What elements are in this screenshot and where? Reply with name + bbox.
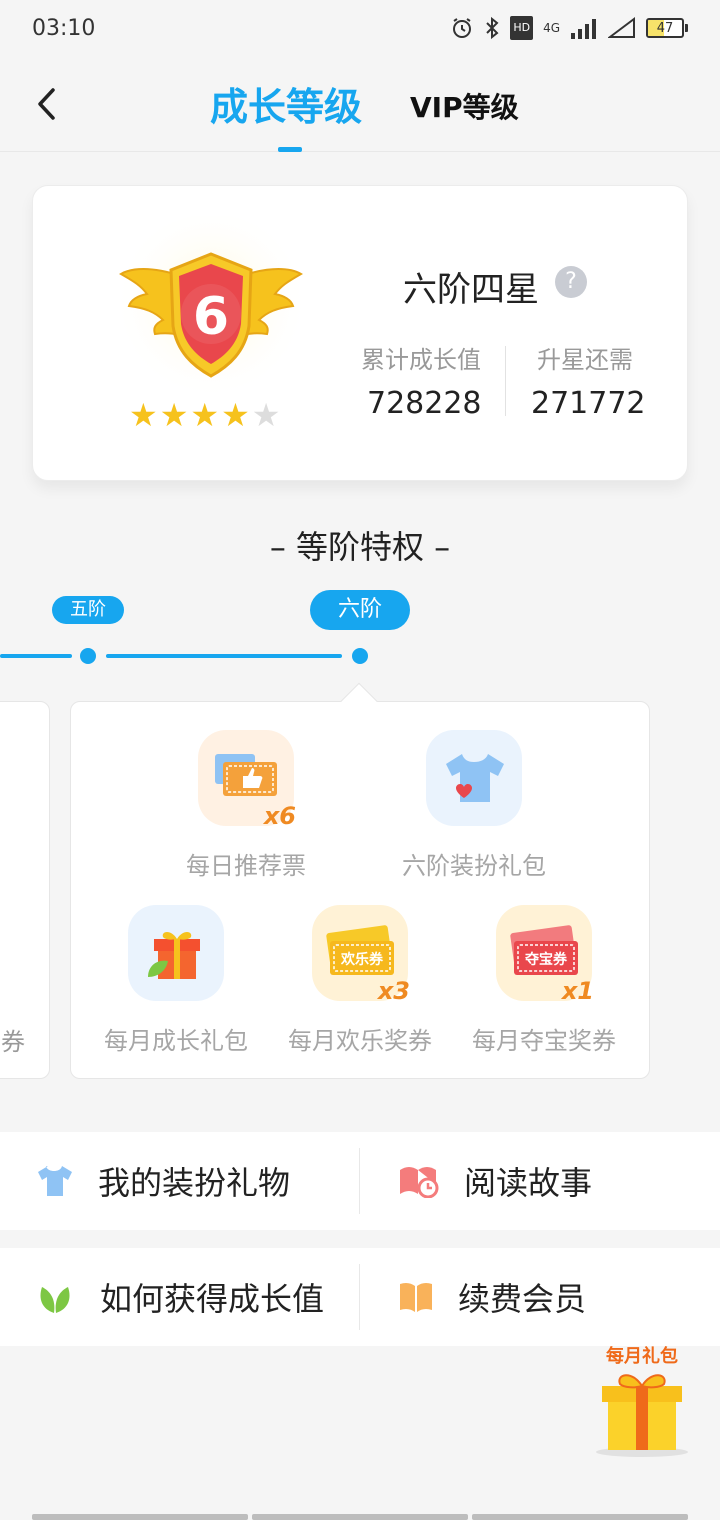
menu-label: 我的装扮礼物: [98, 1164, 291, 1202]
tshirt-icon: [38, 1166, 72, 1196]
upgrade-needed-value: 271772: [531, 386, 646, 421]
alarm-icon: [450, 16, 474, 40]
recommend-ticket-icon: x6: [198, 730, 296, 830]
menu-label: 续费会员: [458, 1280, 587, 1318]
monthly-gift-float-button[interactable]: 每月礼包: [592, 1340, 692, 1460]
stat-divider: [505, 346, 506, 416]
tshirt-heart-icon: [426, 730, 522, 826]
wifi-signal-icon: [608, 16, 636, 40]
status-icons: HD 4G 47: [450, 16, 688, 40]
tab-active-indicator: [278, 147, 302, 152]
perk-monthly-growth-gift[interactable]: 每月成长礼包: [91, 905, 261, 1056]
menu-label: 如何获得成长值: [100, 1280, 325, 1318]
status-time: 03:10: [32, 15, 96, 41]
tier-tag-current[interactable]: 六阶: [310, 590, 410, 630]
monthly-gift-label: 每月礼包: [606, 1346, 678, 1367]
upgrade-needed-label: 升星还需: [537, 346, 633, 374]
network-type-icon: 4G: [543, 21, 560, 35]
battery-level: 47: [656, 20, 674, 36]
star-filled-icon: ★: [221, 396, 250, 434]
menu-renew-membership[interactable]: 续费会员: [398, 1248, 586, 1346]
hd-badge: HD: [510, 16, 534, 40]
back-button[interactable]: [24, 76, 68, 132]
accumulated-growth-value: 728228: [367, 386, 482, 421]
timeline-line: [106, 654, 342, 658]
perk-daily-recommend-ticket[interactable]: x6 每日推荐票: [161, 730, 331, 881]
perk-monthly-treasure-ticket[interactable]: 夺宝券 x1 每月夺宝奖券: [459, 905, 629, 1056]
chevron-left-icon: [38, 88, 55, 120]
gift-box-icon: [596, 1374, 688, 1457]
timeline-dot-current[interactable]: [352, 648, 368, 664]
signal-icon: [570, 16, 598, 40]
perk-label: 六阶装扮礼包: [402, 852, 546, 880]
menu-label: 阅读故事: [464, 1164, 593, 1202]
svg-text:夺宝券: 夺宝券: [524, 951, 568, 968]
star-empty-icon: ★: [251, 396, 281, 434]
privileges-title: – 等阶特权 –: [269, 528, 451, 566]
bottom-scroll-indicator: [32, 1514, 688, 1520]
open-book-icon: [400, 1282, 432, 1312]
menu-row-2: 如何获得成长值 续费会员: [0, 1248, 720, 1346]
tier-tag-prev[interactable]: 五阶: [52, 596, 124, 624]
perk-label: 每日推荐票: [186, 852, 306, 880]
leaf-icon: [40, 1287, 70, 1313]
menu-my-dressup-gifts[interactable]: 我的装扮礼物: [36, 1132, 290, 1230]
prev-tier-card-label: 券: [1, 1028, 25, 1056]
menu-how-to-earn-growth[interactable]: 如何获得成长值: [36, 1248, 324, 1346]
badge-number: 6: [193, 287, 229, 347]
perk-dressup-gift-pack[interactable]: 六阶装扮礼包: [389, 730, 559, 881]
battery-icon: 47: [646, 18, 688, 38]
timeline-dot-prev[interactable]: [80, 648, 96, 664]
star-filled-icon: ★: [159, 396, 189, 434]
perk-label: 每月成长礼包: [104, 1027, 248, 1055]
menu-row-1: 我的装扮礼物 阅读故事: [0, 1132, 720, 1230]
perk-label: 每月欢乐奖券: [288, 1027, 432, 1055]
star-filled-icon: ★: [129, 396, 158, 434]
menu-read-stories[interactable]: 阅读故事: [398, 1132, 592, 1230]
perk-label: 每月夺宝奖券: [472, 1027, 616, 1055]
prev-tier-card[interactable]: 券: [0, 701, 50, 1079]
tab-vip-level[interactable]: VIP等级: [410, 86, 519, 126]
star-filled-icon: ★: [190, 396, 220, 434]
level-card: 6 ★ ★ ★ ★ ★ 六阶四星 ? 累计成长值 728228 升星还需 271772: [32, 185, 688, 481]
perk-monthly-happy-ticket[interactable]: 欢乐券 x3 每月欢乐奖券: [275, 905, 445, 1056]
gift-leaf-icon: [128, 905, 224, 1001]
level-stars: ★ ★ ★ ★ ★: [129, 399, 280, 431]
perk-count: x6: [263, 802, 296, 830]
nav-bar: 成长等级 VIP等级: [0, 56, 720, 152]
bluetooth-icon: [484, 16, 500, 40]
happy-ticket-icon: 欢乐券 x3: [312, 905, 410, 1005]
level-name: 六阶四星: [403, 270, 539, 310]
book-clock-icon: [400, 1167, 439, 1198]
timeline-line: [0, 654, 72, 658]
perk-count: x1: [561, 977, 594, 1005]
status-bar: 03:10 HD 4G 47: [0, 0, 720, 56]
tab-growth-level[interactable]: 成长等级: [210, 76, 362, 131]
accumulated-growth-label: 累计成长值: [361, 346, 481, 374]
help-icon[interactable]: ?: [555, 266, 587, 298]
perk-count: x3: [377, 977, 410, 1005]
treasure-ticket-icon: 夺宝券 x1: [496, 905, 594, 1005]
menu-divider: [359, 1148, 360, 1214]
svg-text:欢乐券: 欢乐券: [340, 951, 384, 968]
menu-divider: [359, 1264, 360, 1330]
